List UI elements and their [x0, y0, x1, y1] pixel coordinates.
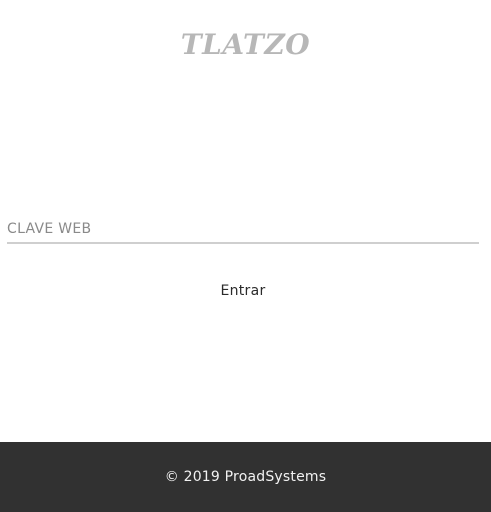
app-logo: TLATZO	[180, 28, 311, 61]
password-field-container	[7, 213, 479, 244]
enter-button[interactable]: Entrar	[195, 278, 291, 304]
footer: © 2019 ProadSystems	[0, 442, 491, 512]
copyright-text: © 2019 ProadSystems	[164, 469, 327, 485]
web-key-input[interactable]	[7, 217, 479, 241]
